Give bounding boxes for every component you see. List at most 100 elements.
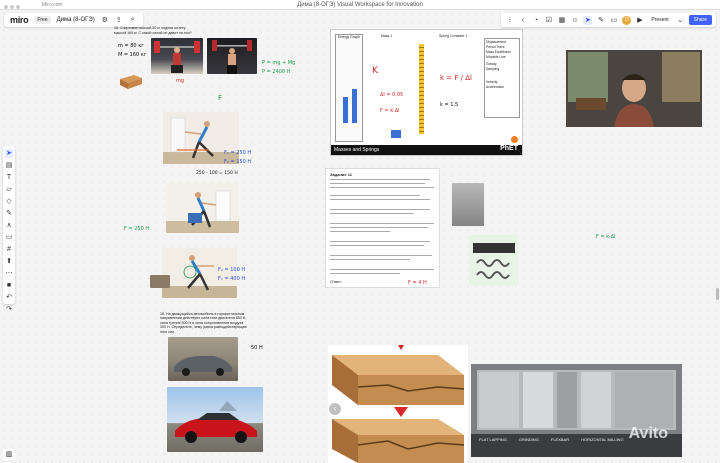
reset-icon[interactable]: [511, 136, 518, 143]
grid-icon[interactable]: #: [5, 245, 13, 254]
acceleration-label: Acceleration: [486, 85, 505, 89]
comment-icon[interactable]: ▭: [609, 16, 618, 25]
carousel-prev-icon[interactable]: ‹: [329, 403, 341, 415]
annotation-weight-arrow[interactable]: mg: [176, 78, 184, 84]
select-icon[interactable]: ➤: [5, 149, 13, 158]
more-tools-icon[interactable]: ⋯: [5, 269, 13, 278]
chevron-left-icon[interactable]: ‹: [518, 16, 527, 25]
pen-icon[interactable]: ✎: [596, 16, 605, 25]
label-flexbar: FLEXBAR: [550, 437, 570, 442]
connector-icon[interactable]: ∧: [5, 221, 13, 230]
board-name[interactable]: Дима (8-ОГЭ): [57, 17, 95, 23]
cursor-icon[interactable]: ➤: [583, 15, 593, 25]
redo-icon[interactable]: ↷: [5, 305, 13, 314]
vote-icon[interactable]: ☑: [544, 16, 553, 25]
damping-label: Damping: [486, 67, 500, 71]
push-wall-photo-1[interactable]: [163, 112, 239, 164]
video-call-feed[interactable]: [566, 50, 702, 127]
annotation-force-up[interactable]: F: [218, 94, 222, 102]
phet-simulation[interactable]: Energy Graph Mass 1 Spring Constant 1 Di…: [330, 29, 523, 156]
car-photo-red[interactable]: [167, 387, 263, 452]
search-icon[interactable]: ⌕: [129, 16, 137, 24]
problem-weightlifter-text[interactable]: 16. Спортсмен массой 80 кг подняв штангу…: [114, 26, 198, 35]
video-icon[interactable]: ▶: [635, 16, 644, 25]
collaboration-toolbar: ⁝ ‹ ◔ ☑ ▦ ☺ ➤ ✎ ▭ D ▶ Present ⌄ Share: [501, 13, 716, 27]
frames-icon[interactable]: ▦: [557, 16, 566, 25]
annotation-p-formula[interactable]: P = mg + Mg: [262, 60, 295, 66]
rock-layers-diagram[interactable]: [328, 345, 468, 463]
phet-footer: Masses and Springs PhET: [331, 145, 522, 155]
spring-constant-label: Spring Constant 1: [439, 34, 468, 38]
annotation-side-1[interactable]: F = 250 Н: [124, 226, 149, 232]
board-header: miro Free Дима (8-ОГЭ) ⚙ ⇪ ⌕: [4, 13, 143, 27]
annotation-p-value[interactable]: P = 2400 Н: [262, 69, 290, 75]
given-mass-1[interactable]: m = 80 кг: [118, 43, 144, 49]
apps-tool-icon[interactable]: ■: [5, 281, 13, 290]
annotation-dl[interactable]: Δl = 0,05: [380, 92, 403, 98]
problem-car-text[interactable]: 16. На движущийся автомобиль в горизонта…: [160, 312, 248, 334]
phet-options-panel[interactable]: Displacement Period Trace Mass Equilibri…: [484, 38, 520, 118]
annotation-car-answer[interactable]: 50 Н: [251, 345, 263, 351]
phet-sim-title: Masses and Springs: [334, 147, 380, 153]
springs-photo[interactable]: [469, 235, 519, 285]
car-photo-grey[interactable]: [168, 337, 238, 381]
phet-logo[interactable]: PhET: [500, 144, 518, 154]
settings-icon[interactable]: ⚙: [101, 16, 109, 24]
chevron-down-icon[interactable]: ⌄: [676, 16, 685, 25]
upload-icon[interactable]: ⬆: [5, 257, 13, 266]
vertical-scrollbar[interactable]: [716, 288, 719, 300]
mass-label: Mass 1: [381, 34, 393, 38]
given-mass-2[interactable]: M = 160 кг: [118, 52, 146, 58]
annotation-fk[interactable]: F = k·Δl: [380, 108, 400, 114]
ruler[interactable]: [419, 44, 424, 134]
export-icon[interactable]: ⇪: [115, 16, 123, 24]
roughness-comparator-photo[interactable]: FLAT LAPPING GRINDING FLEXBAR HORIZONTAL…: [471, 364, 682, 457]
spring-scale-photo[interactable]: [452, 183, 484, 226]
share-button[interactable]: Share: [688, 15, 712, 25]
option-movable-line[interactable]: Movable Line: [486, 55, 518, 60]
text-icon[interactable]: T: [5, 173, 13, 182]
timer-icon[interactable]: ◔: [531, 16, 540, 25]
worksheet-title: Задание 11: [330, 172, 352, 177]
browser-bar: Miro.com Дима (8-ОГЭ) Visual Workspace f…: [0, 0, 720, 10]
avatar[interactable]: D: [622, 15, 632, 25]
pen-tool-icon[interactable]: ✎: [5, 209, 13, 218]
mass-block[interactable]: [391, 130, 401, 138]
undo-icon[interactable]: ↶: [5, 293, 13, 302]
worksheet-document[interactable]: Задание 11 Ответ:: [325, 168, 440, 288]
reactions-icon[interactable]: ☺: [570, 16, 579, 25]
annotation-force-2[interactable]: F₂ = 150 Н: [224, 159, 251, 165]
push-wall-photo-3[interactable]: [162, 248, 237, 298]
label-horizontal-milling: HORIZONTAL MILLING: [581, 437, 624, 442]
brick-illustration[interactable]: [118, 72, 144, 90]
annotation-spring-force[interactable]: F = 4 Н: [408, 280, 427, 286]
annotation-k-formula[interactable]: k = F / Δl: [440, 74, 472, 82]
annotation-spring-eq[interactable]: F = k·Δl: [596, 234, 616, 240]
left-toolbar: ➤ ▤ T ▱ ◇ ✎ ∧ ▭ # ⬆ ⋯ ■ ↶ ↷: [3, 146, 15, 313]
dog-photo[interactable]: [150, 275, 170, 288]
sticky-note-icon[interactable]: ▱: [5, 185, 13, 194]
plan-badge[interactable]: Free: [34, 16, 51, 24]
present-button[interactable]: Present: [648, 16, 671, 24]
shapes-icon[interactable]: ◇: [5, 197, 13, 206]
push-wall-photo-2[interactable]: [166, 183, 239, 233]
annotation-force-1[interactable]: F₁ = 250 Н: [224, 150, 251, 156]
label-grinding: GRINDING: [518, 437, 539, 442]
weightlifter-photo-1[interactable]: [151, 38, 203, 74]
label-flat-lapping: FLAT LAPPING: [479, 437, 507, 442]
frame-icon[interactable]: ▤: [5, 161, 13, 170]
weightlifter-photo-2[interactable]: [207, 38, 257, 74]
annotation-result-1[interactable]: 250 - 100 = 150 Н: [196, 171, 238, 176]
energy-graph-panel[interactable]: Energy Graph: [335, 34, 363, 142]
annotation-force-3[interactable]: F₂ = 100 Н: [218, 267, 245, 273]
annotation-result-2[interactable]: F₁ = 400 Н: [218, 276, 245, 282]
energy-graph-label: Energy Graph: [338, 35, 360, 39]
annotation-kx[interactable]: k = 1,5: [440, 102, 458, 108]
apps-icon[interactable]: ⁝: [505, 16, 514, 25]
annotation-k[interactable]: K: [372, 66, 378, 76]
comparator-labels: FLAT LAPPING GRINDING FLEXBAR HORIZONTAL…: [479, 437, 624, 442]
avito-watermark: Avito: [628, 425, 668, 442]
comment-tool-icon[interactable]: ▭: [5, 233, 13, 242]
miro-logo[interactable]: miro: [10, 15, 29, 25]
sidebar-toggle-icon[interactable]: ▥: [3, 449, 15, 460]
